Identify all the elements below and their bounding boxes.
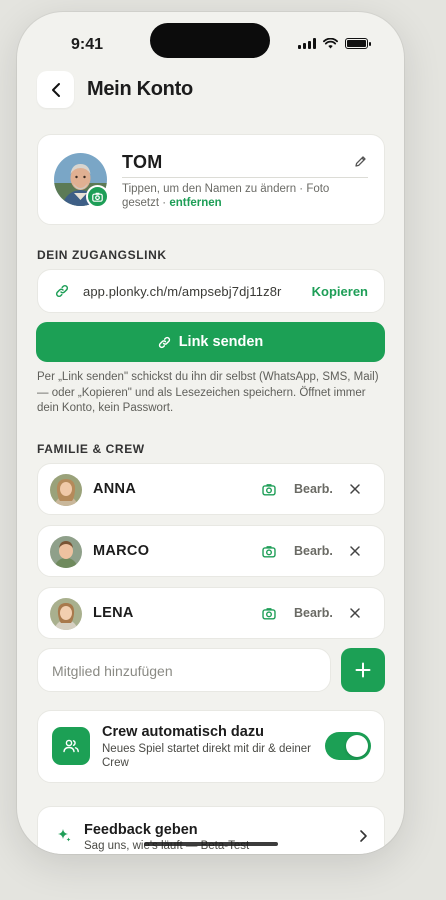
- edit-member-button[interactable]: Bearb.: [294, 482, 333, 496]
- camera-icon[interactable]: [262, 483, 276, 496]
- sparkle-icon: [58, 829, 71, 842]
- add-member-input[interactable]: Mitglied hinzufügen: [37, 648, 331, 692]
- link-icon: [158, 336, 170, 348]
- page-title: Mein Konto: [87, 78, 193, 100]
- status-time: 9:41: [71, 36, 104, 53]
- back-chevron-icon: [51, 82, 60, 97]
- remove-photo-link[interactable]: entfernen: [169, 197, 221, 209]
- auto-crew-title: Crew automatisch dazu: [102, 724, 264, 740]
- profile-hint: Tippen, um den Namen zu ändern · Foto ge…: [122, 182, 362, 210]
- add-member-button[interactable]: [341, 648, 385, 692]
- member-name: ANNA: [93, 481, 137, 497]
- link-icon: [56, 285, 68, 297]
- dynamic-island: [150, 23, 270, 58]
- send-link-button[interactable]: Link senden: [36, 322, 385, 362]
- status-bar: 9:41: [17, 12, 404, 72]
- member-row[interactable]: ANNA Bearb.: [37, 463, 385, 515]
- signal-icon: [298, 38, 316, 49]
- name-underline: [122, 177, 368, 178]
- phone-screen: 9:41 Mein Konto TOM Tippen, um den Namen…: [17, 12, 404, 854]
- close-icon[interactable]: [349, 607, 361, 619]
- access-url: app.plonky.ch/m/ampsebj7dj11z8r: [83, 284, 282, 299]
- auto-crew-toggle[interactable]: [325, 732, 371, 760]
- close-icon[interactable]: [349, 545, 361, 557]
- camera-icon[interactable]: [262, 545, 276, 558]
- battery-icon: [345, 38, 371, 49]
- member-row[interactable]: LENA Bearb.: [37, 587, 385, 639]
- access-section-label: DEIN ZUGANGSLINK: [37, 248, 167, 262]
- member-avatar: [50, 536, 82, 568]
- back-button[interactable]: [37, 71, 74, 108]
- camera-icon: [92, 192, 103, 202]
- feedback-title: Feedback geben: [84, 822, 198, 838]
- add-member-placeholder: Mitglied hinzufügen: [52, 663, 173, 679]
- status-icons: [298, 38, 371, 49]
- change-photo-button[interactable]: [86, 185, 109, 208]
- profile-hint-text: Tippen, um den Namen zu ändern · Foto ge…: [122, 183, 330, 209]
- auto-crew-subtitle: Neues Spiel startet direkt mit dir & dei…: [102, 743, 312, 769]
- copy-link-button[interactable]: Kopieren: [312, 284, 368, 299]
- home-indicator: [144, 842, 278, 846]
- chevron-right-icon: [360, 830, 367, 842]
- crew-icon: [52, 727, 90, 765]
- access-link-box: app.plonky.ch/m/ampsebj7dj11z8r Kopieren: [37, 269, 385, 313]
- member-avatar: [50, 598, 82, 630]
- pencil-icon[interactable]: [354, 155, 367, 168]
- member-avatar: [50, 474, 82, 506]
- access-help-text: Per „Link senden" schickst du ihn dir se…: [37, 371, 379, 414]
- member-row[interactable]: MARCO Bearb.: [37, 525, 385, 577]
- edit-member-button[interactable]: Bearb.: [294, 544, 333, 558]
- auto-crew-card: Crew automatisch dazu Neues Spiel starte…: [37, 710, 385, 783]
- member-name: LENA: [93, 605, 134, 621]
- feedback-row[interactable]: Feedback geben Sag uns, wie's läuft — Be…: [37, 806, 385, 854]
- profile-card[interactable]: TOM Tippen, um den Namen zu ändern · Fot…: [37, 134, 385, 225]
- close-icon[interactable]: [349, 483, 361, 495]
- edit-member-button[interactable]: Bearb.: [294, 606, 333, 620]
- plus-icon: [355, 662, 371, 678]
- member-name: MARCO: [93, 543, 150, 559]
- send-link-label: Link senden: [178, 334, 264, 350]
- profile-name[interactable]: TOM: [122, 152, 163, 173]
- crew-section-label: FAMILIE & CREW: [37, 442, 145, 456]
- wifi-icon: [323, 38, 338, 49]
- camera-icon[interactable]: [262, 607, 276, 620]
